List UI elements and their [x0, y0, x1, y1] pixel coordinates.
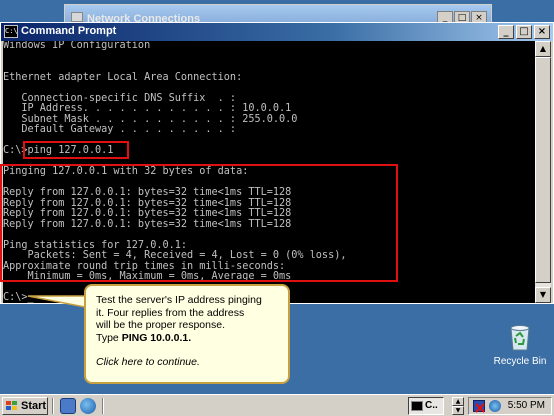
balloon-type-instruction: Type PING 10.0.0.1.	[96, 332, 278, 345]
balloon-line-1: Test the server's IP address pinging	[96, 294, 262, 306]
balloon-command: PING 10.0.0.1.	[121, 331, 192, 344]
balloon-type-prefix: Type	[96, 331, 122, 344]
taskbar-scroll-down[interactable]: ▼	[452, 406, 464, 415]
cmd-window-controls: _ □ ×	[498, 25, 550, 39]
console-line: C:\>ping 127.0.0.1	[3, 145, 114, 156]
command-prompt-window[interactable]: C:\ Command Prompt _ □ × Windows IP Conf…	[0, 22, 554, 304]
console-output[interactable]: Windows IP Configuration Ethernet adapter…	[3, 41, 537, 303]
internet-explorer-icon[interactable]	[80, 398, 96, 414]
system-tray: 5:50 PM	[468, 397, 552, 415]
recycle-bin-label: Recycle Bin	[493, 356, 547, 367]
recycle-bin[interactable]: Recycle Bin	[492, 322, 548, 367]
taskbar-separator-2	[102, 398, 104, 414]
balloon-line-2: it. Four replies from the address	[96, 306, 245, 319]
console-scrollbar[interactable]: ▲ ▼	[535, 41, 551, 303]
network-folder-icon	[71, 12, 83, 22]
cmd-titlebar[interactable]: C:\ Command Prompt _ □ ×	[1, 23, 553, 41]
console-line: Packets: Sent = 4, Received = 4, Lost = …	[3, 250, 347, 261]
show-desktop-icon[interactable]	[60, 398, 76, 414]
instruction-balloon[interactable]: Test the server's IP address pinging it.…	[84, 284, 290, 384]
console-line: IP Address. . . . . . . . . . . . : 10.0…	[3, 103, 292, 114]
start-button[interactable]: Start	[2, 397, 48, 415]
taskbar: Start C.. ▲ ▼ 5:50 PM	[0, 394, 554, 416]
cmd-close-button[interactable]: ×	[534, 25, 550, 39]
taskbar-scroll-up[interactable]: ▲	[452, 397, 464, 406]
command-prompt-task-icon	[411, 401, 423, 411]
taskbar-scroll-spinner: ▲ ▼	[452, 397, 464, 415]
taskbar-separator	[52, 398, 54, 414]
scroll-down-button[interactable]: ▼	[535, 287, 551, 303]
console-text: Windows IP Configuration Ethernet adapter…	[3, 41, 537, 303]
taskbar-command-prompt-label: C..	[425, 400, 438, 411]
balloon-line-3: will be the proper response.	[96, 319, 225, 331]
scroll-up-button[interactable]: ▲	[535, 41, 551, 57]
console-line: Minimum = 0ms, Maximum = 0ms, Average = …	[3, 271, 292, 282]
scroll-thumb[interactable]	[535, 57, 551, 283]
console-line: Reply from 127.0.0.1: bytes=32 time<1ms …	[3, 187, 292, 198]
taskbar-clock[interactable]: 5:50 PM	[508, 400, 545, 411]
cmd-minimize-button[interactable]: _	[498, 25, 514, 39]
continue-link[interactable]: Click here to continue.	[96, 356, 278, 369]
console-line: Reply from 127.0.0.1: bytes=32 time<1ms …	[3, 208, 292, 219]
windows-logo-icon	[6, 401, 17, 410]
console-line: Ethernet adapter Local Area Connection:	[3, 71, 243, 83]
cmd-window-title: Command Prompt	[21, 25, 117, 37]
console-line: Default Gateway . . . . . . . . . :	[3, 124, 237, 135]
cmd-maximize-button[interactable]: □	[516, 25, 532, 39]
console-line: Windows IP Configuration	[3, 41, 151, 51]
console-line: Pinging 127.0.0.1 with 32 bytes of data:	[3, 166, 249, 177]
network-tray-icon[interactable]	[473, 400, 485, 413]
messenger-tray-icon[interactable]	[489, 400, 501, 412]
command-prompt-icon: C:\	[4, 25, 18, 38]
taskbar-command-prompt-button[interactable]: C..	[408, 397, 444, 415]
console-line: Reply from 127.0.0.1: bytes=32 time<1ms …	[3, 218, 292, 230]
start-label: Start	[21, 400, 47, 412]
recycle-bin-icon	[506, 322, 534, 352]
